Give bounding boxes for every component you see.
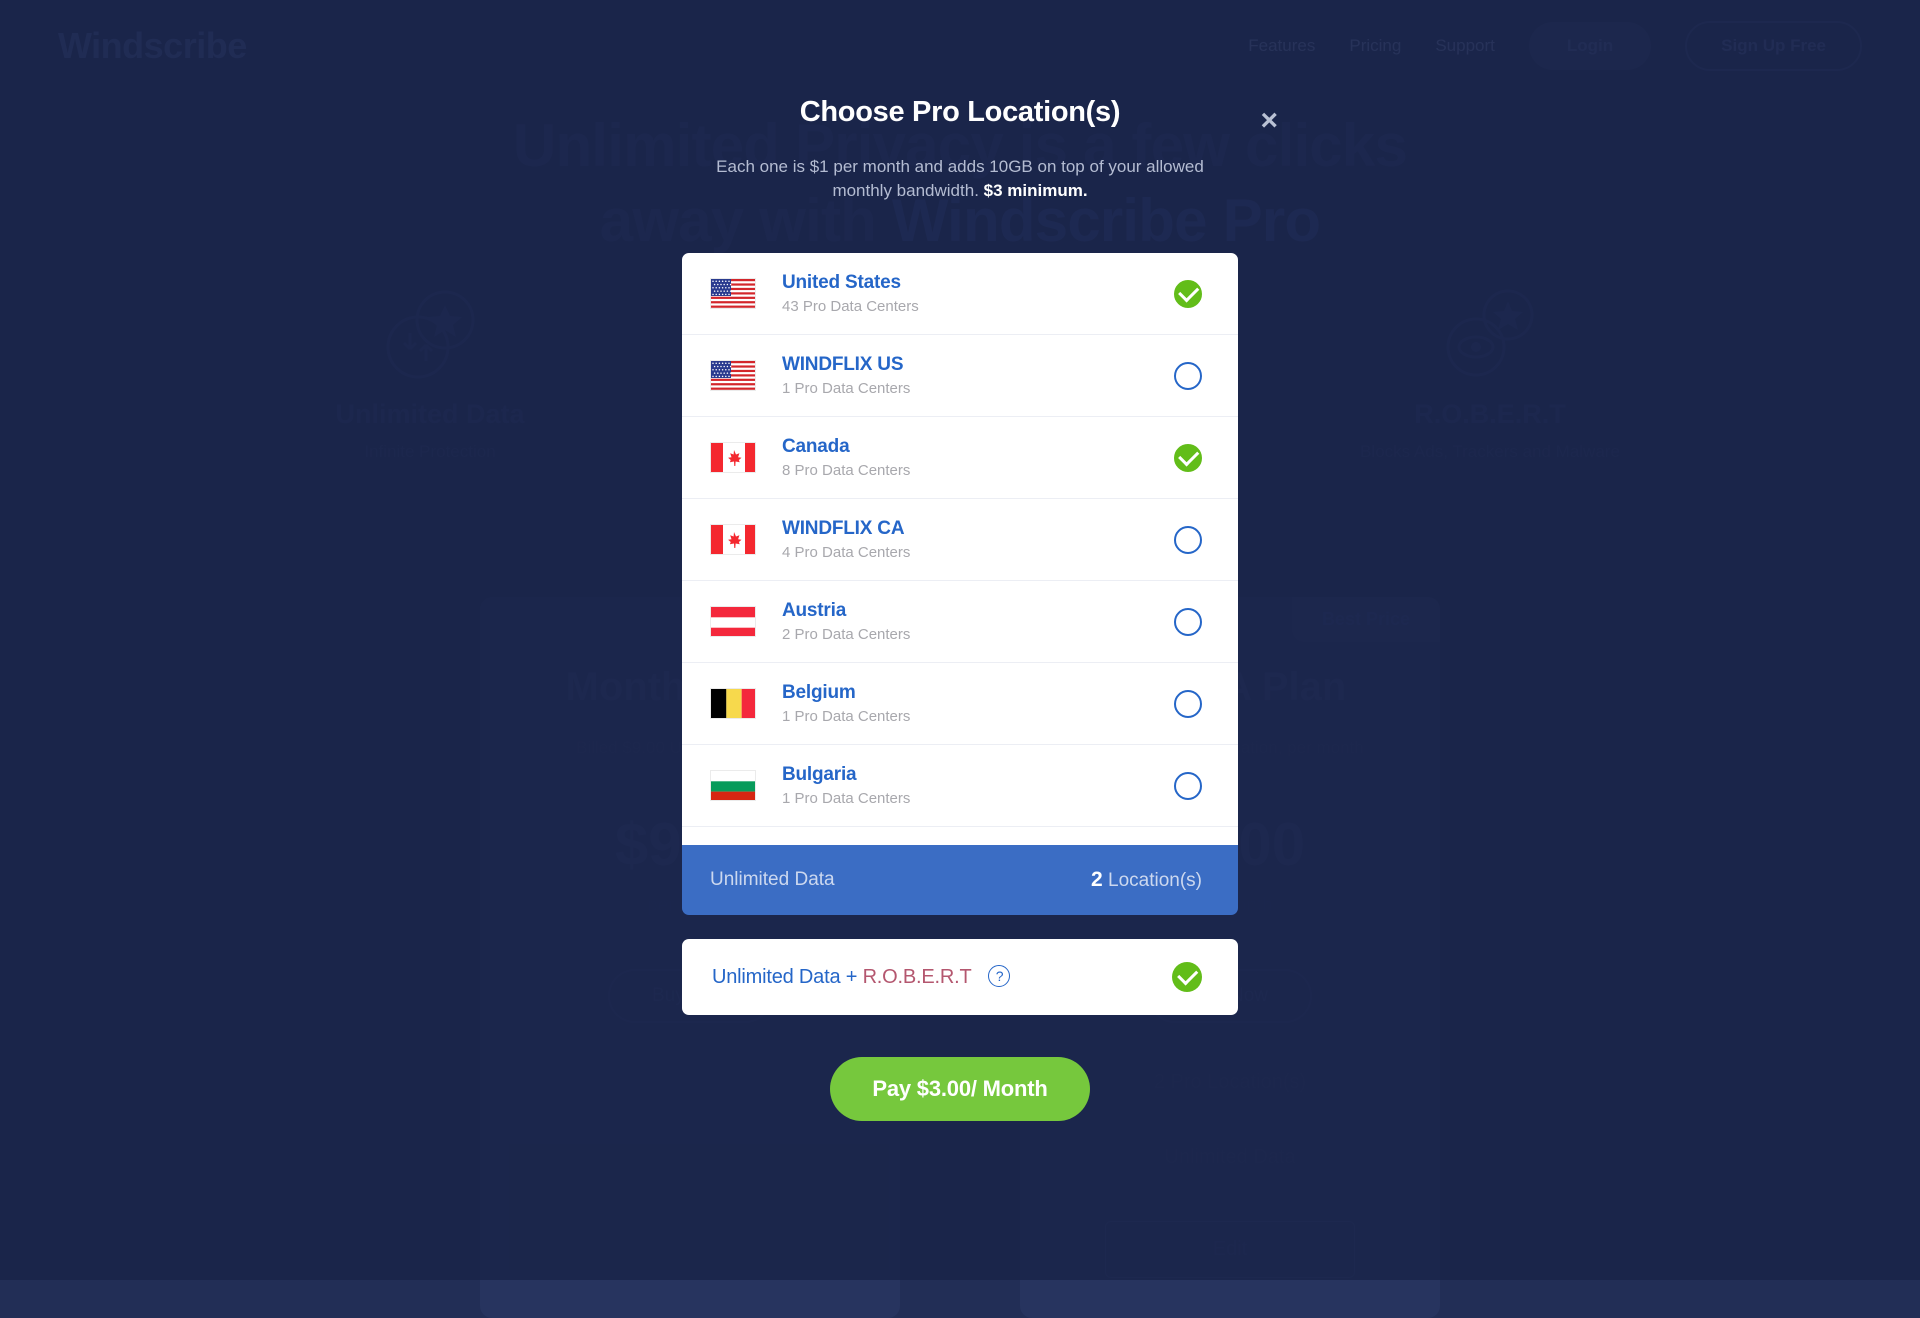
- modal-title: Choose Pro Location(s): [682, 96, 1238, 129]
- location-datacenter-count: 2 Pro Data Centers: [782, 626, 1174, 643]
- location-radio-icon[interactable]: [1174, 772, 1202, 800]
- robert-checkmark-icon[interactable]: [1172, 962, 1202, 992]
- location-name: Canada: [782, 436, 1174, 458]
- robert-option-label: Unlimited Data + R.O.B.E.R.T ?: [712, 966, 1010, 989]
- close-icon[interactable]: ×: [1260, 106, 1278, 136]
- location-name: WINDFLIX CA: [782, 518, 1174, 540]
- location-text: Bulgaria 1 Pro Data Centers: [782, 764, 1174, 807]
- location-radio-icon[interactable]: [1174, 526, 1202, 554]
- location-name: United States: [782, 272, 1174, 294]
- summary-data-label: Unlimited Data: [710, 869, 835, 891]
- location-row[interactable]: Canada 8 Pro Data Centers: [682, 417, 1238, 499]
- modal-subtitle-minimum: $3 minimum.: [984, 181, 1088, 200]
- flag-be-icon: [710, 688, 756, 719]
- location-name: Belgium: [782, 682, 1174, 704]
- flag-ca-icon: [710, 442, 756, 473]
- help-icon[interactable]: ?: [988, 965, 1010, 987]
- choose-locations-modal: × Choose Pro Location(s) Each one is $1 …: [682, 96, 1238, 1121]
- location-checkmark-icon[interactable]: [1174, 280, 1202, 308]
- summary-count-unit: Location(s): [1103, 870, 1202, 891]
- flag-at-icon: [710, 606, 756, 637]
- location-radio-icon[interactable]: [1174, 690, 1202, 718]
- location-row[interactable]: Austria 2 Pro Data Centers: [682, 581, 1238, 663]
- modal-subtitle: Each one is $1 per month and adds 10GB o…: [682, 155, 1238, 203]
- location-name: Austria: [782, 600, 1174, 622]
- location-text: WINDFLIX CA 4 Pro Data Centers: [782, 518, 1174, 561]
- summary-count-number: 2: [1091, 868, 1103, 891]
- location-row[interactable]: Croatia1 Pro Data Centers: [682, 827, 1238, 845]
- location-row[interactable]: Belgium 1 Pro Data Centers: [682, 663, 1238, 745]
- summary-location-count: 2 Location(s): [1091, 868, 1202, 892]
- robert-option-row[interactable]: Unlimited Data + R.O.B.E.R.T ?: [682, 939, 1238, 1015]
- location-text: Belgium 1 Pro Data Centers: [782, 682, 1174, 725]
- location-datacenter-count: 1 Pro Data Centers: [782, 708, 1174, 725]
- location-text: WINDFLIX US 1 Pro Data Centers: [782, 354, 1174, 397]
- modal-subtitle-text: Each one is $1 per month and adds 10GB o…: [716, 157, 1204, 200]
- location-datacenter-count: 1 Pro Data Centers: [782, 380, 1174, 397]
- location-datacenter-count: 1 Pro Data Centers: [782, 790, 1174, 807]
- pay-button[interactable]: Pay $3.00/ Month: [830, 1057, 1089, 1121]
- location-radio-icon[interactable]: [1174, 608, 1202, 636]
- flag-us-icon: [710, 360, 756, 391]
- location-list[interactable]: United States 43 Pro Data Centers WINDFLIX…: [682, 253, 1238, 845]
- location-datacenter-count: 43 Pro Data Centers: [782, 298, 1174, 315]
- location-name: Bulgaria: [782, 764, 1174, 786]
- robert-label-prefix: Unlimited Data +: [712, 966, 863, 988]
- location-text: Canada 8 Pro Data Centers: [782, 436, 1174, 479]
- location-row[interactable]: Bulgaria 1 Pro Data Centers: [682, 745, 1238, 827]
- location-row[interactable]: WINDFLIX CA 4 Pro Data Centers: [682, 499, 1238, 581]
- location-datacenter-count: 4 Pro Data Centers: [782, 544, 1174, 561]
- location-row[interactable]: WINDFLIX US 1 Pro Data Centers: [682, 335, 1238, 417]
- robert-label-name: R.O.B.E.R.T: [863, 966, 972, 988]
- location-text: Austria 2 Pro Data Centers: [782, 600, 1174, 643]
- flag-us-icon: [710, 278, 756, 309]
- summary-bar: Unlimited Data 2 Location(s): [682, 845, 1238, 915]
- pay-button-wrap: Pay $3.00/ Month: [682, 1057, 1238, 1121]
- location-radio-icon[interactable]: [1174, 362, 1202, 390]
- flag-bg-icon: [710, 770, 756, 801]
- location-name: WINDFLIX US: [782, 354, 1174, 376]
- location-datacenter-count: 8 Pro Data Centers: [782, 462, 1174, 479]
- location-checkmark-icon[interactable]: [1174, 444, 1202, 472]
- location-row[interactable]: United States 43 Pro Data Centers: [682, 253, 1238, 335]
- location-text: United States 43 Pro Data Centers: [782, 272, 1174, 315]
- flag-ca-icon: [710, 524, 756, 555]
